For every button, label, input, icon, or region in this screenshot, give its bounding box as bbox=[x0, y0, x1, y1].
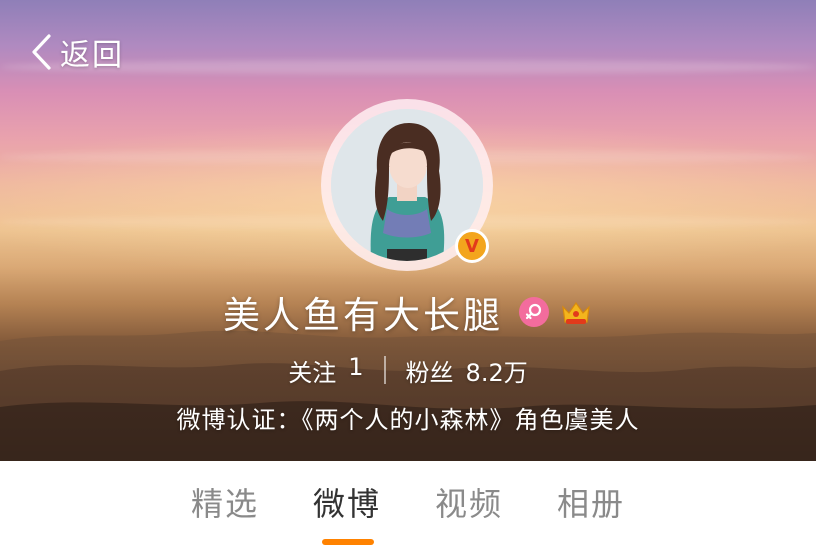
chevron-left-icon bbox=[32, 34, 51, 70]
fans-label: 粉丝 bbox=[405, 358, 454, 387]
profile-name-row: 美人鱼有大长腿 bbox=[0, 284, 816, 340]
following-label: 关注 bbox=[288, 358, 337, 387]
tab-weibo[interactable]: 微博 bbox=[287, 479, 407, 529]
tab-albums[interactable]: 相册 bbox=[531, 479, 651, 529]
tab-featured[interactable]: 精选 bbox=[165, 479, 285, 529]
profile-name: 美人鱼有大长腿 bbox=[223, 294, 503, 337]
profile-tabs: 精选 微博 视频 相册 bbox=[0, 461, 816, 552]
crown-icon[interactable] bbox=[559, 295, 593, 329]
verification-text: 微博认证：《两个人的小森林》角色虞美人 bbox=[176, 405, 640, 434]
stats-divider bbox=[383, 356, 386, 384]
female-icon bbox=[519, 297, 549, 327]
active-tab-indicator bbox=[322, 539, 374, 545]
back-button[interactable]: 返回 bbox=[30, 28, 124, 76]
verified-badge-icon: V bbox=[455, 229, 489, 263]
fans-stat[interactable]: 粉丝 8.2万 bbox=[406, 353, 528, 388]
profile-stats: 关注 1 粉丝 8.2万 bbox=[0, 350, 816, 390]
back-label: 返回 bbox=[60, 38, 124, 73]
tab-videos[interactable]: 视频 bbox=[409, 479, 529, 529]
fans-count: 8.2万 bbox=[465, 358, 528, 387]
following-stat[interactable]: 关注 1 bbox=[288, 353, 363, 388]
following-count: 1 bbox=[348, 352, 364, 381]
